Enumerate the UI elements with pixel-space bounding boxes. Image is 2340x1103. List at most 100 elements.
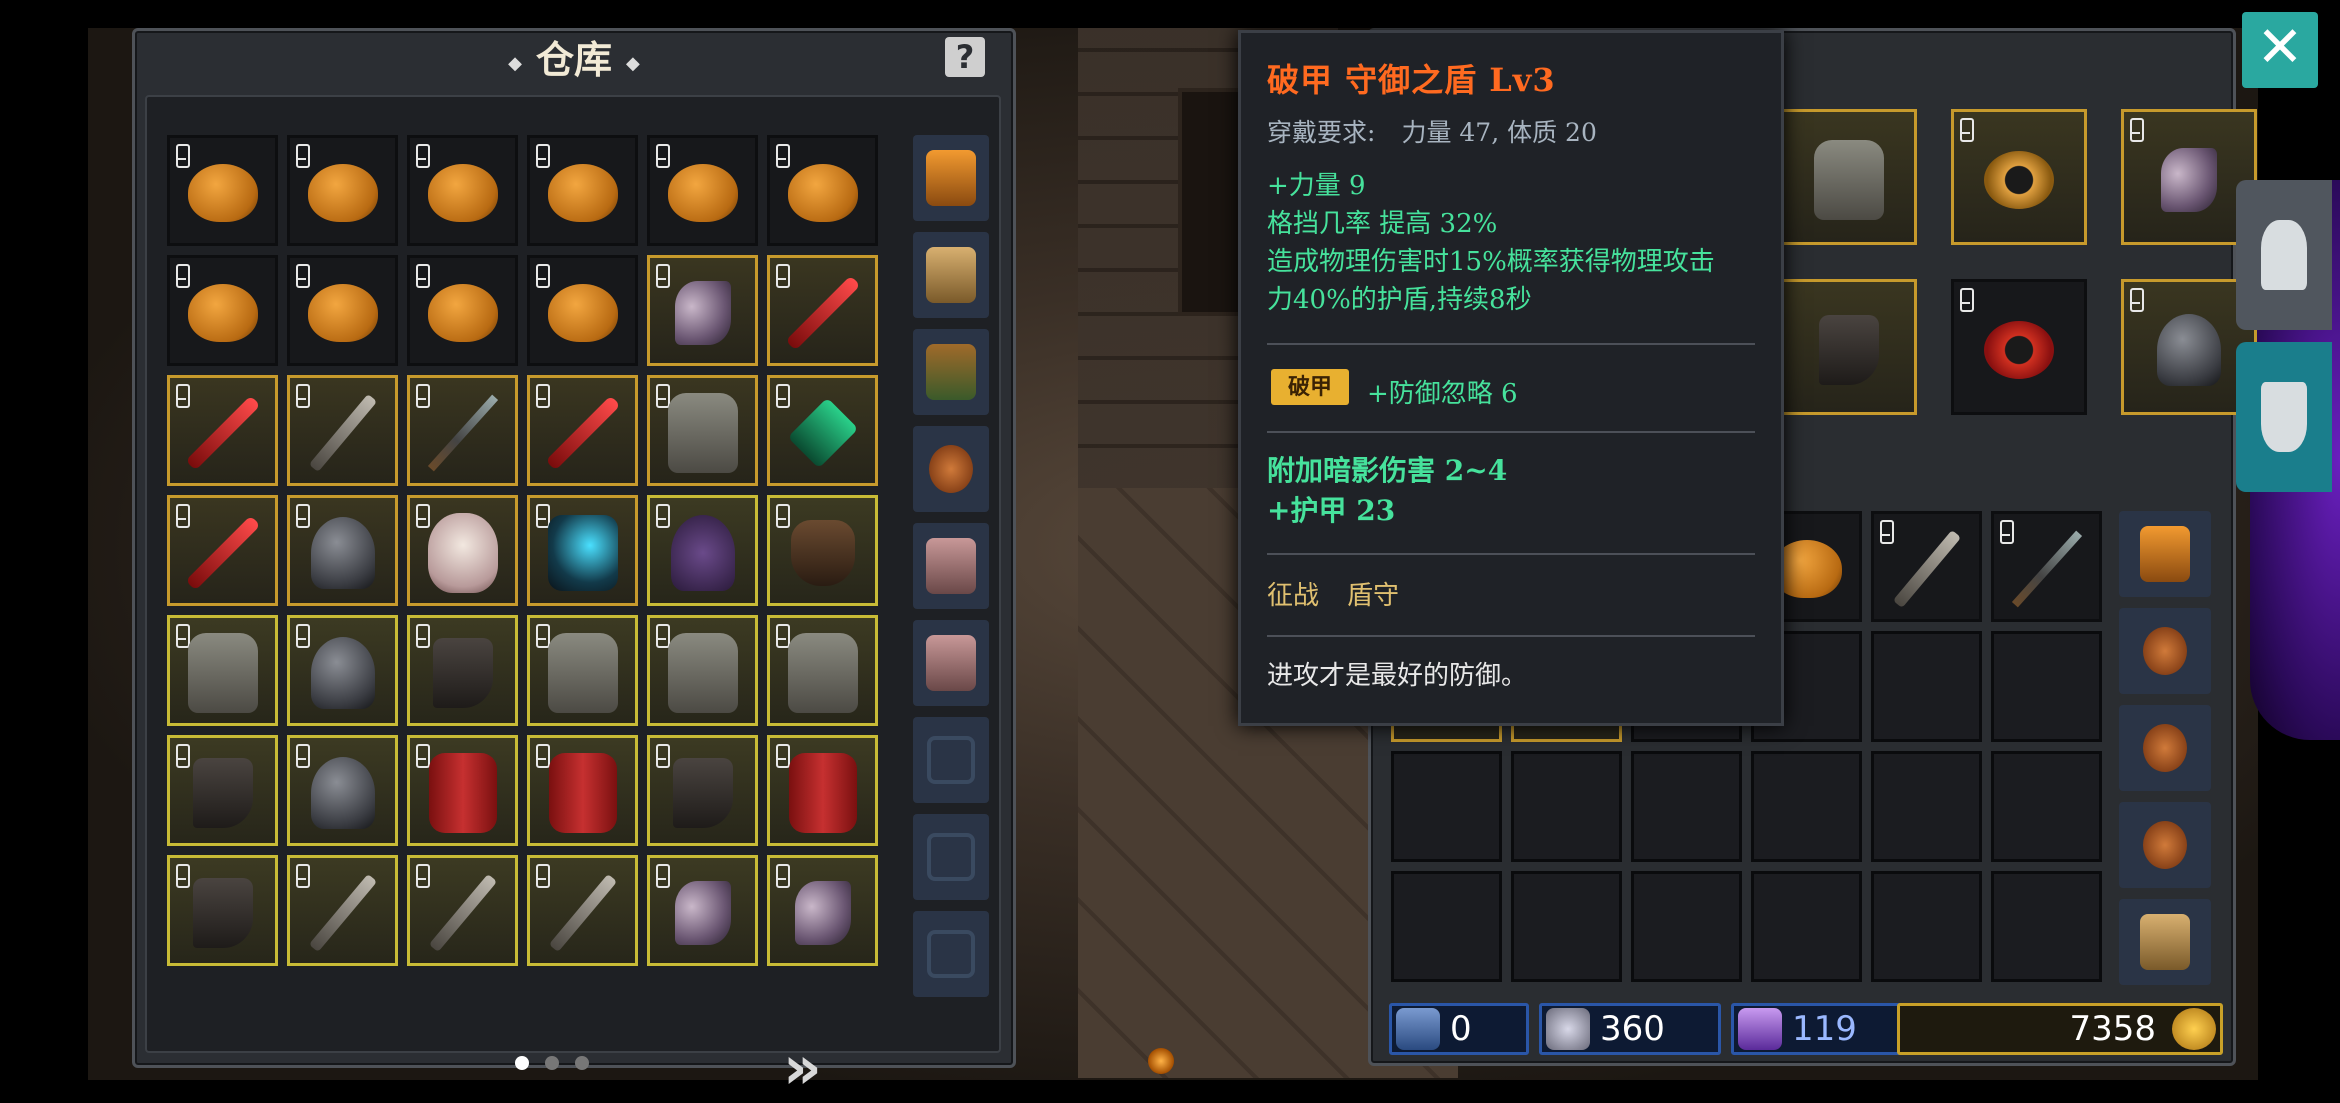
equipment-tab[interactable] — [2236, 180, 2332, 330]
item-slot[interactable] — [767, 735, 878, 846]
bag-tab[interactable] — [913, 426, 989, 512]
lock-icon — [416, 144, 430, 168]
item-slot[interactable] — [407, 495, 518, 606]
item-slot[interactable] — [407, 255, 518, 366]
bag-tab[interactable] — [913, 329, 989, 415]
item-slot[interactable] — [527, 735, 638, 846]
item-slot[interactable] — [167, 855, 278, 966]
item-slot[interactable] — [527, 495, 638, 606]
bonus-stats: 附加暗影伤害 2~4 +护甲 23 — [1267, 451, 1507, 531]
page-dot[interactable] — [575, 1056, 589, 1070]
item-slot[interactable] — [167, 375, 278, 486]
item-slot[interactable] — [407, 735, 518, 846]
item-slot[interactable] — [1631, 871, 1742, 982]
item-slot[interactable] — [1631, 751, 1742, 862]
bag-tab[interactable] — [913, 232, 989, 318]
bag-tab[interactable] — [2119, 899, 2211, 985]
item-slot[interactable] — [767, 615, 878, 726]
item-slot[interactable] — [527, 255, 638, 366]
item-slot[interactable] — [527, 135, 638, 246]
item-slot[interactable] — [1991, 751, 2102, 862]
item-slot[interactable] — [767, 495, 878, 606]
item-slot[interactable] — [1871, 871, 1982, 982]
item-slot[interactable] — [767, 855, 878, 966]
help-button[interactable]: ? — [945, 37, 985, 77]
item-slot[interactable] — [767, 255, 878, 366]
bag-tab[interactable] — [2119, 705, 2211, 791]
item-slot[interactable] — [1781, 279, 1917, 415]
bag-tab[interactable] — [2119, 511, 2211, 597]
page-dot[interactable] — [545, 1056, 559, 1070]
bag-tab[interactable] — [913, 911, 989, 997]
item-slot[interactable] — [647, 735, 758, 846]
item-slot[interactable] — [1991, 871, 2102, 982]
item-slot[interactable] — [1511, 871, 1622, 982]
item-slot[interactable] — [287, 735, 398, 846]
next-page-button[interactable]: » — [783, 1033, 822, 1103]
warehouse-tab[interactable] — [2236, 342, 2332, 492]
item-slot[interactable] — [1751, 871, 1862, 982]
item-slot[interactable] — [287, 135, 398, 246]
item-slot[interactable] — [647, 375, 758, 486]
item-slot[interactable] — [407, 855, 518, 966]
item-slot[interactable] — [1951, 279, 2087, 415]
lock-icon — [776, 384, 790, 408]
item-flavor-text: 进攻才是最好的防御。 — [1267, 661, 1528, 691]
item-slot[interactable] — [647, 855, 758, 966]
item-slot[interactable] — [647, 135, 758, 246]
affix-badge: 破甲 — [1271, 369, 1349, 405]
close-button[interactable]: ✕ — [2242, 12, 2318, 88]
item-slot[interactable] — [167, 735, 278, 846]
item-slot[interactable] — [1391, 871, 1502, 982]
item-slot[interactable] — [1991, 511, 2102, 622]
item-slot[interactable] — [1951, 109, 2087, 245]
bag-tab[interactable] — [2119, 608, 2211, 694]
bag-tab[interactable] — [2119, 802, 2211, 888]
item-slot[interactable] — [767, 375, 878, 486]
item-slot[interactable] — [1781, 109, 1917, 245]
item-slot[interactable] — [527, 375, 638, 486]
item-slot[interactable] — [1871, 511, 1982, 622]
item-slot[interactable] — [1991, 631, 2102, 742]
bag-tab[interactable] — [913, 814, 989, 900]
item-slot[interactable] — [287, 495, 398, 606]
blade-icon — [185, 515, 260, 591]
lock-icon — [296, 504, 310, 528]
bag-tab[interactable] — [913, 523, 989, 609]
bag-tab[interactable] — [913, 717, 989, 803]
item-slot[interactable] — [1751, 751, 1862, 862]
item-slot[interactable] — [1391, 751, 1502, 862]
item-slot[interactable] — [407, 135, 518, 246]
item-slot[interactable] — [527, 855, 638, 966]
item-slot[interactable] — [167, 255, 278, 366]
item-slot[interactable] — [167, 495, 278, 606]
item-slot[interactable] — [647, 615, 758, 726]
item-slot[interactable] — [167, 135, 278, 246]
backpack-icon — [2140, 914, 2190, 970]
item-slot[interactable] — [287, 375, 398, 486]
item-slot[interactable] — [1871, 751, 1982, 862]
item-slot[interactable] — [407, 375, 518, 486]
lock-icon — [656, 264, 670, 288]
red-icon — [788, 752, 857, 833]
item-slot[interactable] — [287, 255, 398, 366]
lock-icon — [656, 144, 670, 168]
item-slot[interactable] — [527, 615, 638, 726]
stat-line: 格挡几率 提高 32% — [1267, 209, 1498, 239]
sword-shield-icon — [2261, 382, 2307, 452]
item-slot[interactable] — [767, 135, 878, 246]
item-slot[interactable] — [647, 255, 758, 366]
divider — [1267, 635, 1755, 637]
lock-icon — [536, 144, 550, 168]
spear-icon — [427, 394, 498, 471]
item-slot[interactable] — [287, 615, 398, 726]
page-dot[interactable] — [515, 1056, 529, 1070]
bag-tab[interactable] — [913, 620, 989, 706]
item-slot[interactable] — [1511, 751, 1622, 862]
item-slot[interactable] — [647, 495, 758, 606]
bag-tab[interactable] — [913, 135, 989, 221]
item-slot[interactable] — [407, 615, 518, 726]
item-slot[interactable] — [167, 615, 278, 726]
item-slot[interactable] — [1871, 631, 1982, 742]
item-slot[interactable] — [287, 855, 398, 966]
